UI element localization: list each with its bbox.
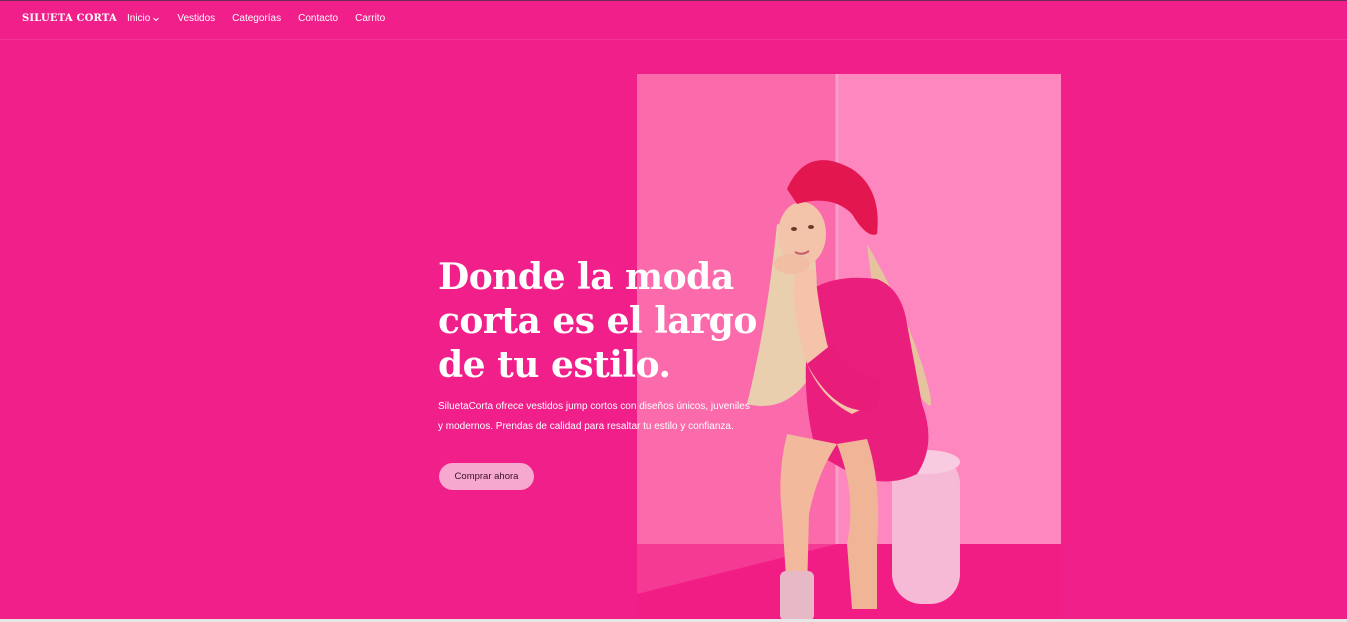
nav-item-label: Vestidos (177, 13, 216, 24)
page: SILUETA CORTA Inicio Vestidos Categorías… (0, 0, 1347, 622)
nav-item-categorias[interactable]: Categorías (232, 13, 281, 24)
nav-item-label: Carrito (355, 13, 386, 24)
hero-subtitle-line: y modernos. Prendas de calidad para resa… (438, 421, 734, 432)
nav-item-inicio[interactable]: Inicio (127, 13, 160, 24)
hero-title-line: de tu estilo. (438, 344, 671, 386)
main-nav: Inicio Vestidos Categorías Contacto Carr… (127, 13, 402, 24)
nav-item-contacto[interactable]: Contacto (298, 13, 338, 24)
nav-item-label: Categorías (232, 13, 282, 24)
hero-title-line: corta es el largo (438, 300, 757, 342)
hero-subtitle-line: SiluetaCorta ofrece vestidos jump cortos… (438, 401, 750, 412)
nav-item-carrito[interactable]: Carrito (355, 13, 385, 24)
brand-logo[interactable]: SILUETA CORTA (22, 13, 117, 24)
hero-subtitle: SiluetaCorta ofrece vestidos jump cortos… (438, 397, 768, 437)
nav-item-vestidos[interactable]: Vestidos (177, 13, 215, 24)
chevron-down-icon (153, 17, 160, 21)
navbar: SILUETA CORTA Inicio Vestidos Categorías… (0, 1, 1347, 40)
hero-title: Donde la moda corta es el largo de tu es… (438, 255, 768, 387)
nav-item-label: Contacto (298, 13, 339, 24)
hero-text: Donde la moda corta es el largo de tu es… (438, 255, 768, 437)
hero-title-line: Donde la moda (438, 256, 734, 298)
buy-now-button[interactable]: Comprar ahora (439, 463, 534, 490)
nav-item-label: Inicio (127, 13, 151, 24)
